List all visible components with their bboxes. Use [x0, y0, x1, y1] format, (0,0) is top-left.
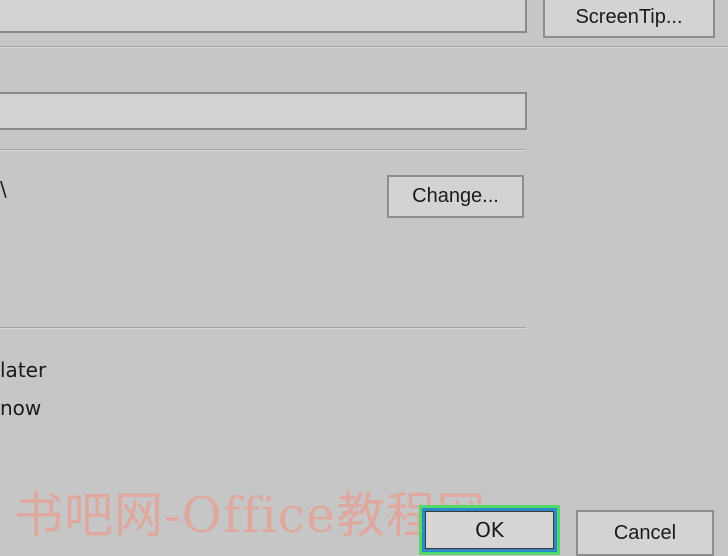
watermark: 书吧网-Office教程网 [14, 487, 487, 544]
cancel-button[interactable]: Cancel [576, 510, 714, 556]
edit-now-option[interactable]: now [0, 396, 41, 420]
screentip-button[interactable]: ScreenTip... [543, 0, 715, 38]
separator-middle [0, 149, 526, 151]
path-fragment-text: \ [0, 177, 7, 201]
separator-lower [0, 327, 526, 329]
top-text-field[interactable] [0, 0, 527, 33]
ok-button-label: OK [425, 511, 554, 549]
change-button[interactable]: Change... [387, 175, 524, 218]
middle-text-field[interactable] [0, 92, 527, 130]
ok-button[interactable]: OK [419, 505, 560, 555]
edit-later-option[interactable]: later [0, 358, 46, 382]
separator-top [0, 46, 728, 48]
